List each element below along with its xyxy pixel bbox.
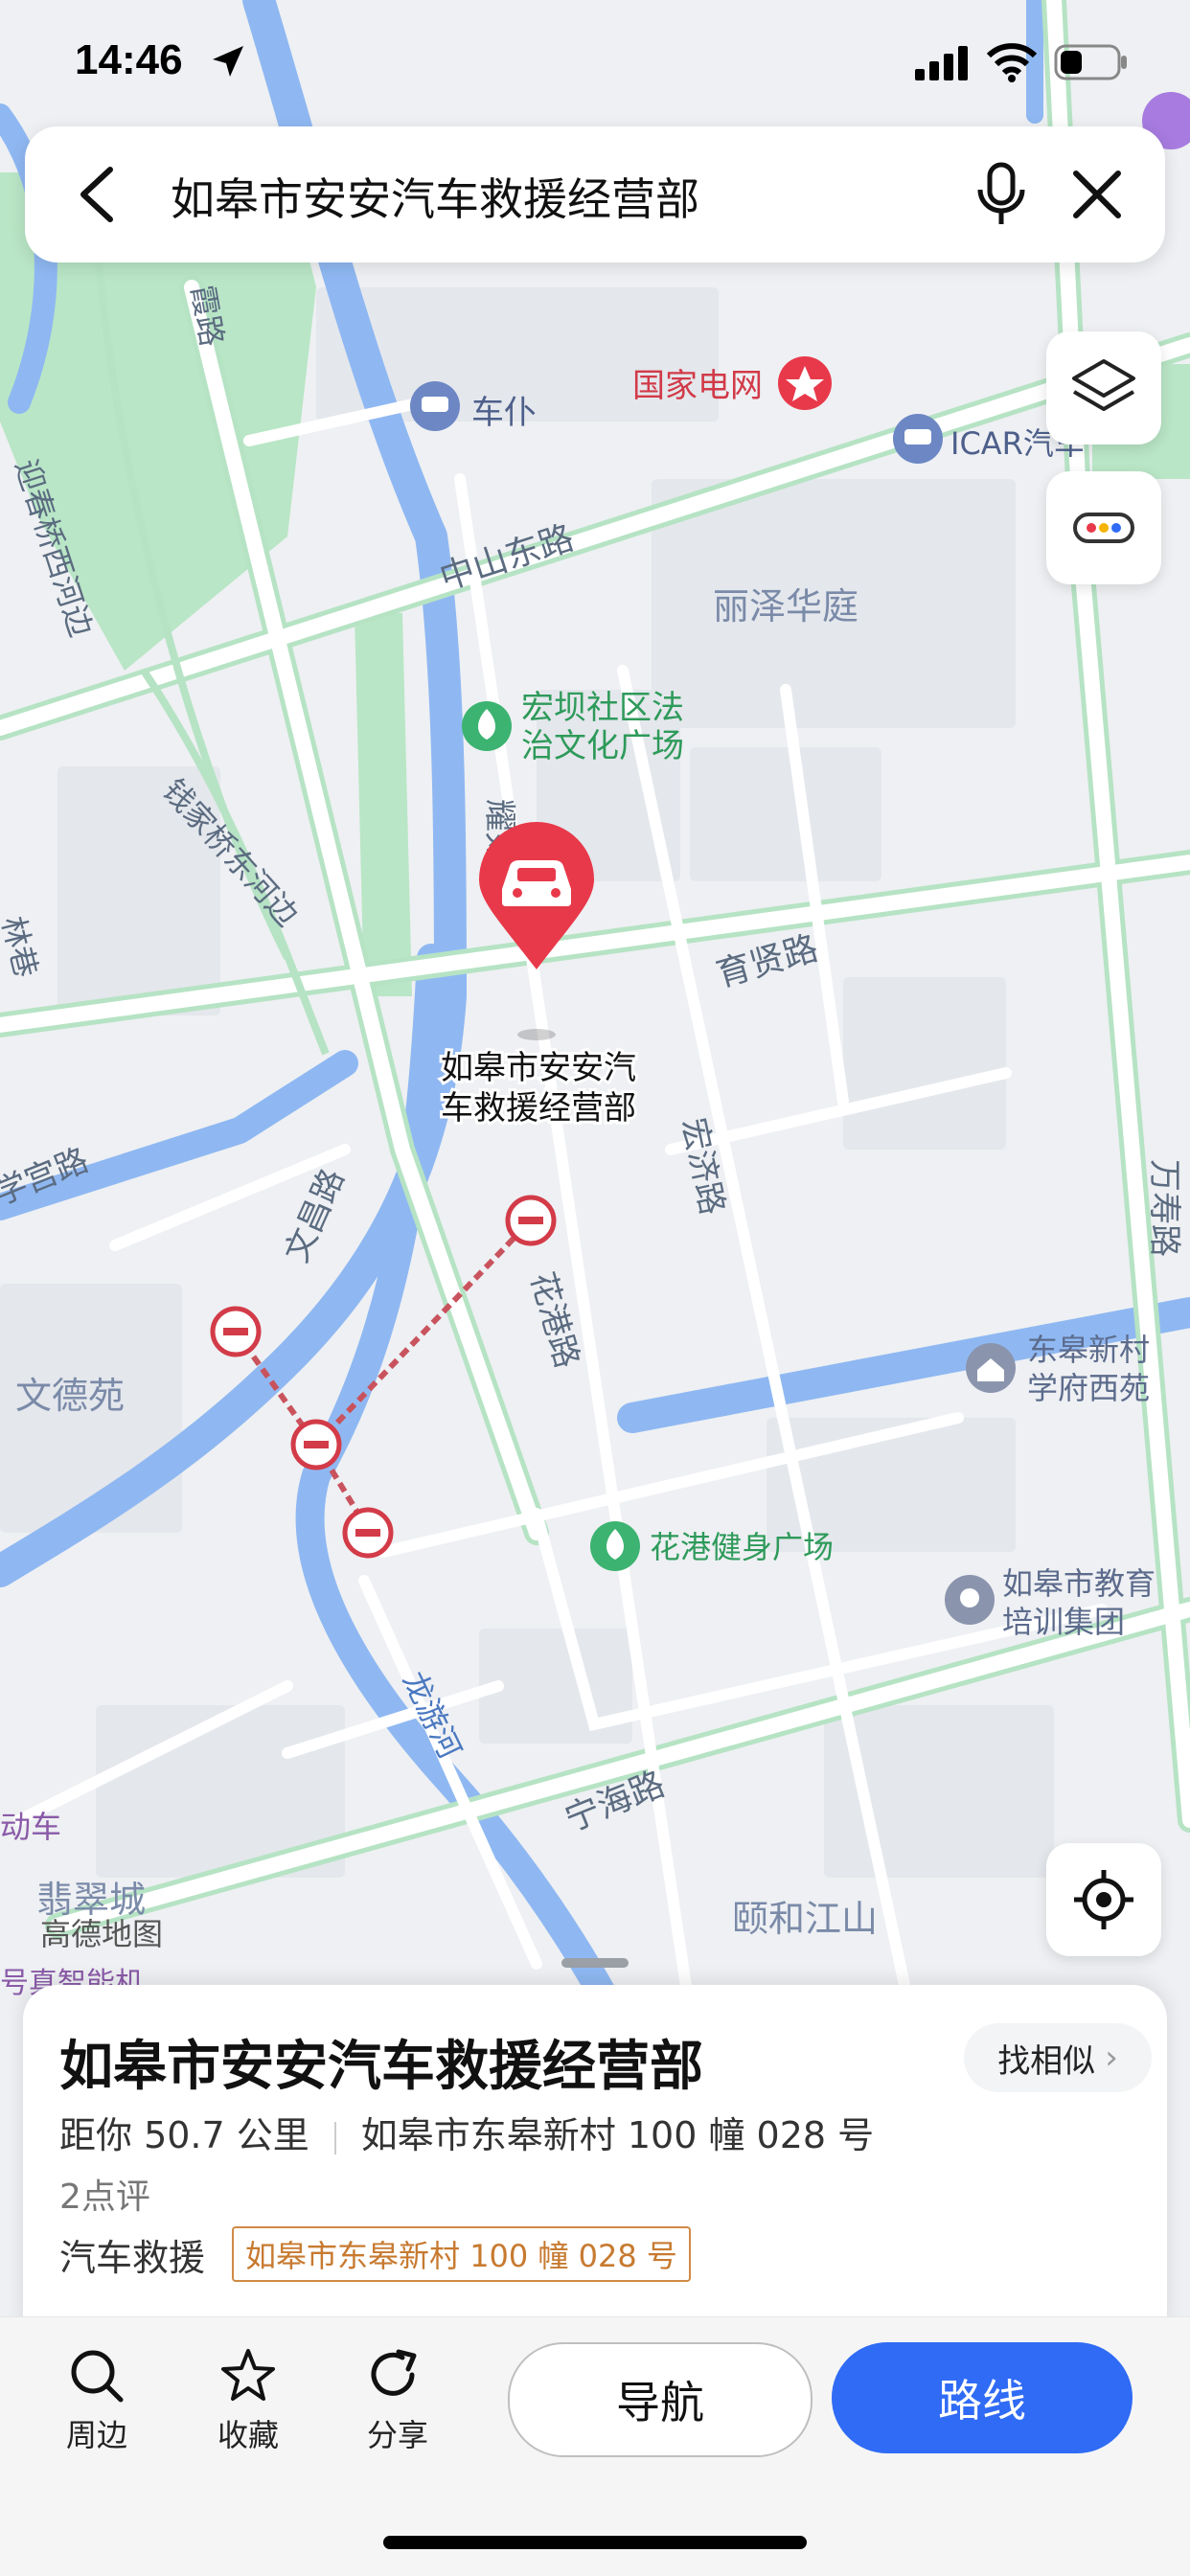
poi-label-chepu: 车仆 [471, 394, 537, 432]
poi-label-dongao-1: 东皋新村 [1027, 1332, 1150, 1368]
place-category-row: 汽车救援 如皋市东皋新村 100 幢 028 号 [59, 2226, 691, 2282]
marker-label-1: 如皋市安安汽 [441, 1049, 636, 1087]
voice-search-button[interactable] [964, 157, 1039, 232]
home-indicator [383, 2536, 807, 2549]
place-rating[interactable]: 2点评 [59, 2169, 150, 2219]
car-icon [502, 860, 571, 906]
place-address: 如皋市东皋新村 100 幢 028 号 [360, 2114, 875, 2156]
poi-label-huagang-gym: 花港健身广场 [650, 1529, 834, 1565]
layers-icon [1072, 359, 1135, 411]
find-similar-label: 找相似 [997, 2041, 1096, 2081]
more-tools-button[interactable] [1046, 471, 1161, 584]
favorite-button[interactable]: 收藏 [195, 2346, 301, 2461]
map-layers-button[interactable] [1046, 331, 1161, 445]
status-time: 14:46 [75, 36, 183, 83]
car-service-icon[interactable] [410, 381, 460, 431]
wifi-icon [987, 43, 1037, 82]
school-icon[interactable] [966, 1343, 1016, 1393]
favorite-label: 收藏 [217, 2417, 279, 2453]
poi-label-hongba-2: 治文化广场 [521, 727, 684, 765]
find-similar-button[interactable]: 找相似 › [964, 2023, 1152, 2092]
clear-search-button[interactable] [1060, 157, 1134, 232]
poi-label-hongba-1: 宏坝社区法 [521, 689, 684, 727]
chevron-left-icon [80, 167, 113, 222]
microphone-icon [977, 162, 1025, 224]
star-icon [221, 2349, 275, 2401]
battery-icon [1054, 44, 1127, 80]
poi-label-dongche: 动车 [0, 1809, 61, 1845]
place-category: 汽车救援 [59, 2236, 206, 2279]
close-icon [1073, 171, 1121, 218]
address-tag[interactable]: 如皋市东皋新村 100 幢 028 号 [232, 2226, 691, 2282]
navigate-button[interactable]: 导航 [508, 2342, 812, 2457]
poi-label-edu-1: 如皋市教育 [1002, 1565, 1156, 1602]
route-button[interactable]: 路线 [832, 2342, 1133, 2453]
cellular-signal-icon [915, 46, 968, 80]
bottom-toolbar: 周边 收藏 分享 导航 路线 [0, 2316, 1190, 2576]
location-arrow-icon [213, 46, 243, 77]
locate-me-button[interactable] [1046, 1843, 1161, 1956]
poi-label-state-grid: 国家电网 [632, 367, 763, 405]
marker-label-2: 车救援经营部 [441, 1089, 636, 1128]
nearby-label: 周边 [65, 2417, 127, 2453]
share-icon [371, 2349, 417, 2396]
place-detail-sheet[interactable]: 如皋市安安汽车救援经营部 找相似 › 距你 50.7 公里如皋市东皋新村 100… [23, 1985, 1167, 2330]
car-service-icon[interactable] [893, 414, 943, 464]
search-bar[interactable]: 如皋市安安汽车救援经营部 [25, 126, 1165, 262]
crosshair-icon [1074, 1870, 1133, 1929]
sheet-drag-handle[interactable] [561, 1958, 629, 1968]
place-distance: 距你 50.7 公里 [59, 2114, 309, 2156]
search-icon [71, 2350, 124, 2403]
more-dots-icon [1073, 513, 1134, 543]
share-label: 分享 [366, 2417, 428, 2453]
poi-label-wende: 文德苑 [15, 1375, 125, 1417]
back-button[interactable] [63, 161, 130, 228]
poi-label-lize: 丽泽华庭 [713, 585, 858, 627]
brand-label: 高德地图 [40, 1916, 163, 1952]
share-button[interactable]: 分享 [345, 2346, 450, 2461]
search-input[interactable]: 如皋市安安汽车救援经营部 [171, 165, 699, 228]
divider [333, 2121, 336, 2154]
road-label-wanshou: 万寿路 [1145, 1159, 1183, 1257]
nearby-button[interactable]: 周边 [44, 2346, 149, 2461]
status-bar: 14:46 [0, 0, 1190, 125]
star-poi-icon[interactable] [778, 356, 832, 410]
poi-label-dongao-2: 学府西苑 [1027, 1370, 1150, 1406]
chevron-right-icon: › [1105, 2039, 1118, 2077]
place-title: 如皋市安安汽车救援经营部 [59, 2036, 703, 2098]
poi-label-feicui: 翡翠城 [36, 1879, 146, 1921]
park-icon[interactable] [462, 701, 512, 751]
place-info-row: 距你 50.7 公里 如皋市东皋新村 100 幢 028 号 [59, 2106, 874, 2158]
place-icon[interactable] [945, 1575, 995, 1625]
park-icon[interactable] [590, 1521, 640, 1571]
poi-label-yihe: 颐和江山 [732, 1898, 878, 1940]
poi-label-edu-2: 培训集团 [1002, 1604, 1125, 1640]
